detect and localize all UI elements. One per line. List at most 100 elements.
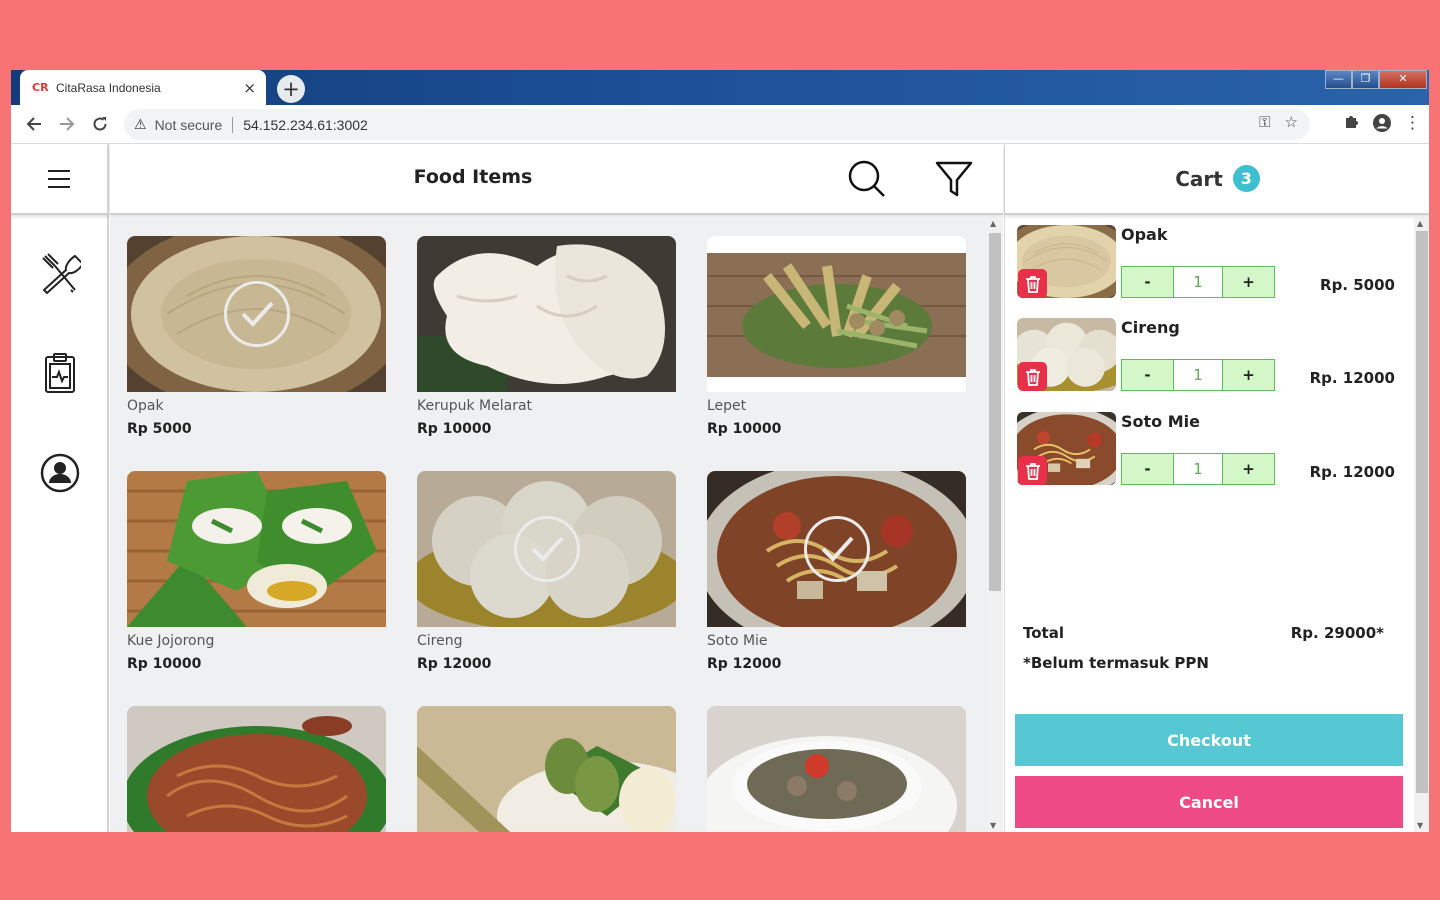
cart-item-name: Opak xyxy=(1121,225,1168,244)
search-icon[interactable] xyxy=(847,159,887,199)
food-grid: Opak Rp 5000 Kerupuk Melarat Rp 10000 Lepet R… xyxy=(110,217,987,832)
minimize-button[interactable]: — xyxy=(1325,70,1352,89)
cart-item-name: Soto Mie xyxy=(1121,412,1200,431)
checkout-button[interactable]: Checkout xyxy=(1015,714,1403,766)
quantity-value[interactable]: 1 xyxy=(1173,267,1223,297)
scrollbar-thumb[interactable] xyxy=(989,233,1001,591)
star-icon[interactable]: ☆ xyxy=(1285,113,1298,131)
cart-title: Cart xyxy=(1175,166,1223,191)
food-card[interactable] xyxy=(127,706,386,832)
forward-icon[interactable] xyxy=(50,108,83,141)
hamburger-menu-icon[interactable] xyxy=(39,164,79,194)
food-price: Rp 10000 xyxy=(417,421,492,437)
browser-tab[interactable]: CR CitaRasa Indonesia × xyxy=(20,70,266,105)
cart-item-price: Rp. 12000 xyxy=(1309,463,1395,481)
trash-icon[interactable] xyxy=(1018,456,1047,485)
browser-toolbar: ⚠ Not secure 54.152.234.61:3002 ⚿ ☆ ⋮ xyxy=(11,105,1429,144)
tab-close-icon[interactable]: × xyxy=(243,79,256,97)
extensions-icon[interactable] xyxy=(1343,113,1360,138)
decrease-button[interactable]: - xyxy=(1122,454,1173,484)
food-card[interactable]: Opak Rp 5000 xyxy=(127,236,386,437)
food-price: Rp 10000 xyxy=(127,656,202,672)
food-name: Lepet xyxy=(707,398,747,414)
food-scrollbar[interactable]: ▲ ▼ xyxy=(987,217,1003,832)
quantity-stepper: -1 + xyxy=(1121,453,1275,485)
quantity-value[interactable]: 1 xyxy=(1173,360,1223,390)
check-icon xyxy=(223,281,290,347)
cart-item: Cireng -1 + Rp. 12000 xyxy=(1017,318,1412,393)
food-image[interactable] xyxy=(127,236,386,392)
food-image[interactable] xyxy=(127,471,386,627)
page-title: Food Items xyxy=(413,166,533,188)
key-icon[interactable]: ⚿ xyxy=(1259,113,1270,131)
quantity-stepper: -1 + xyxy=(1121,266,1275,298)
total-value: Rp. 29000* xyxy=(1290,624,1384,642)
food-price: Rp 5000 xyxy=(127,421,192,437)
food-name: Kue Jojorong xyxy=(127,633,215,649)
tax-note: *Belum termasuk PPN xyxy=(1023,654,1209,672)
cart-header: Cart 3 xyxy=(1005,144,1429,215)
food-image[interactable] xyxy=(417,471,676,627)
quantity-stepper: -1 + xyxy=(1121,359,1275,391)
restore-button[interactable]: ❐ xyxy=(1352,70,1379,89)
food-card[interactable]: Lepet Rp 10000 xyxy=(707,236,966,437)
trash-icon[interactable] xyxy=(1018,269,1047,298)
more-menu-icon[interactable]: ⋮ xyxy=(1404,113,1421,138)
new-tab-button[interactable]: + xyxy=(277,75,305,103)
cart-item-name: Cireng xyxy=(1121,318,1180,337)
security-label[interactable]: Not secure xyxy=(155,117,223,133)
food-image[interactable] xyxy=(417,236,676,392)
utensils-icon[interactable] xyxy=(38,251,82,295)
food-name: Kerupuk Melarat xyxy=(417,398,533,414)
warning-icon[interactable]: ⚠ xyxy=(134,117,147,133)
check-icon xyxy=(513,516,580,582)
cart-item-price: Rp. 12000 xyxy=(1309,369,1395,387)
food-image[interactable] xyxy=(127,706,386,832)
food-name: Cireng xyxy=(417,633,463,649)
address-bar[interactable]: ⚠ Not secure 54.152.234.61:3002 ⚿ ☆ xyxy=(124,109,1310,140)
food-card[interactable]: Cireng Rp 12000 xyxy=(417,471,676,672)
cancel-button[interactable]: Cancel xyxy=(1015,776,1403,828)
user-profile-icon[interactable] xyxy=(38,451,82,495)
quantity-value[interactable]: 1 xyxy=(1173,454,1223,484)
check-icon xyxy=(803,516,870,582)
food-card[interactable] xyxy=(707,706,966,832)
back-icon[interactable] xyxy=(17,108,50,141)
window-controls: — ❐ ✕ xyxy=(1325,70,1427,89)
tab-favicon: CR xyxy=(32,81,49,94)
reload-icon[interactable] xyxy=(83,108,116,141)
increase-button[interactable]: + xyxy=(1223,454,1274,484)
decrease-button[interactable]: - xyxy=(1122,360,1173,390)
food-card[interactable]: Soto Mie Rp 12000 xyxy=(707,471,966,672)
increase-button[interactable]: + xyxy=(1223,360,1274,390)
cart-item: Soto Mie -1 + Rp. 12000 xyxy=(1017,412,1412,487)
total-label: Total xyxy=(1023,624,1064,642)
browser-titlebar: CR CitaRasa Indonesia × + — ❐ ✕ xyxy=(11,70,1429,105)
cart-scrollbar-thumb[interactable] xyxy=(1416,231,1428,793)
account-icon[interactable] xyxy=(1372,113,1392,138)
food-image[interactable] xyxy=(707,236,966,392)
decrease-button[interactable]: - xyxy=(1122,267,1173,297)
food-image[interactable] xyxy=(707,706,966,832)
food-name: Soto Mie xyxy=(707,633,768,649)
food-name: Opak xyxy=(127,398,164,414)
food-image[interactable] xyxy=(707,471,966,627)
cart-panel: Cart 3 Opak -1 + Rp. 5000 Cireng -1 + Rp. 12000… xyxy=(1004,144,1429,832)
cart-scrollbar[interactable]: ▲ ▼ xyxy=(1414,217,1429,832)
trash-icon[interactable] xyxy=(1018,362,1047,391)
food-card[interactable]: Kerupuk Melarat Rp 10000 xyxy=(417,236,676,437)
clipboard-icon[interactable] xyxy=(38,351,82,395)
filter-icon[interactable] xyxy=(934,159,974,199)
food-price: Rp 12000 xyxy=(417,656,492,672)
url-text[interactable]: 54.152.234.61:3002 xyxy=(243,117,368,133)
food-price: Rp 12000 xyxy=(707,656,782,672)
food-card[interactable]: Kue Jojorong Rp 10000 xyxy=(127,471,386,672)
food-image[interactable] xyxy=(417,706,676,832)
main-header: Food Items xyxy=(110,144,1003,215)
increase-button[interactable]: + xyxy=(1223,267,1274,297)
close-window-button[interactable]: ✕ xyxy=(1379,70,1427,89)
food-card[interactable] xyxy=(417,706,676,832)
cart-item-price: Rp. 5000 xyxy=(1320,276,1395,294)
browser-window: CR CitaRasa Indonesia × + — ❐ ✕ ⚠ Not se… xyxy=(11,70,1429,832)
tab-title: CitaRasa Indonesia xyxy=(56,80,161,95)
